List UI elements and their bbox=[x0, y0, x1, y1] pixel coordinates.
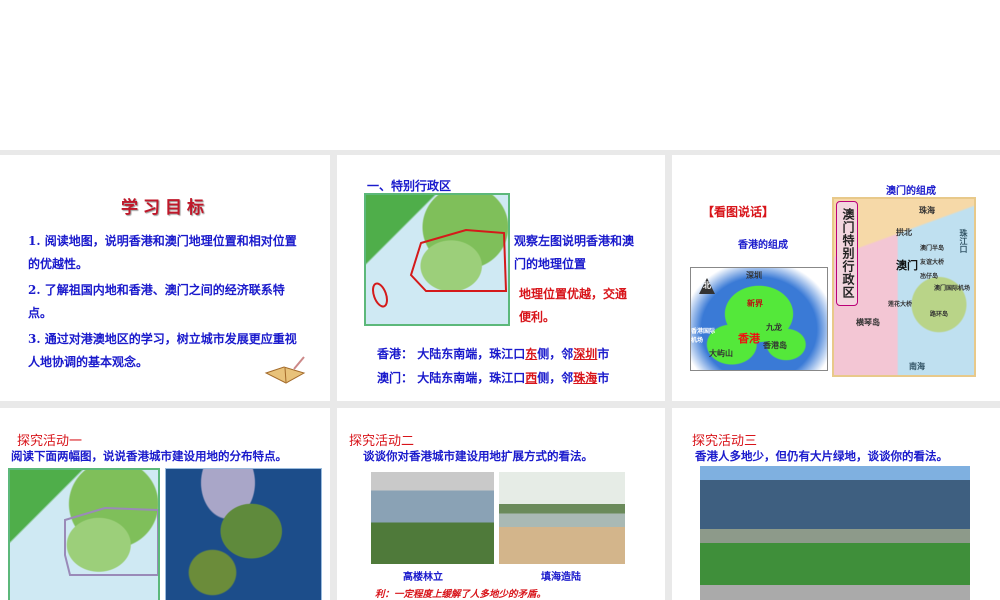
activity-question: 谈谈你对香港城市建设用地扩展方式的看法。 bbox=[363, 449, 593, 463]
map-talk-heading: 【看图说话】 bbox=[702, 205, 775, 219]
slide-special-admin-region[interactable]: 一、特别行政区 观察左图说明香港和澳门的地理位置 地理位置优越，交通便利。 香港… bbox=[337, 155, 665, 401]
hk-satellite-image bbox=[165, 468, 322, 600]
hk-greenery-city-photo bbox=[700, 466, 970, 600]
macau-composition-map: 澳门特别行政区 珠海 拱北 澳门 澳门半岛 友谊大桥 氹仔岛 澳门国际机场 路环… bbox=[832, 197, 976, 377]
slide-activity-one[interactable]: 探究活动一 阅读下面两幅图，说说香港城市建设用地的分布特点。 bbox=[0, 408, 330, 600]
slide-activity-two[interactable]: 探究活动二 谈谈你对香港城市建设用地扩展方式的看法。 高楼林立 填海造陆 利：一… bbox=[337, 408, 665, 600]
map-label: 新界 bbox=[747, 299, 763, 308]
location-conclusion: 地理位置优越，交通便利。 bbox=[519, 287, 628, 324]
goal-item: 1. 阅读地图，说明香港和澳门地理位置和相对位置的优越性。 bbox=[28, 234, 297, 271]
high-rise-photo bbox=[371, 472, 494, 564]
slide-map-talk[interactable]: 【看图说话】 香港的组成 澳门的组成 北 深圳 新界 九龙 香港 香港岛 大屿山… bbox=[672, 155, 1000, 401]
map-label: 香港岛 bbox=[763, 341, 787, 350]
north-arrow-icon: 北 bbox=[699, 278, 715, 294]
map-label: 九龙 bbox=[766, 323, 782, 332]
macau-text: 市 bbox=[597, 371, 610, 385]
macau-neighbor-city: 珠海 bbox=[573, 371, 598, 385]
map-label: 莲花大桥 bbox=[888, 301, 913, 308]
hk-text: 侧，邻 bbox=[537, 347, 574, 361]
activity-question: 阅读下面两幅图，说说香港城市建设用地的分布特点。 bbox=[11, 449, 287, 463]
hk-direction: 东 bbox=[525, 347, 538, 361]
goal-item: 2. 了解祖国内地和香港、澳门之间的经济联系特点。 bbox=[28, 283, 285, 320]
map-label: 澳门 bbox=[896, 259, 918, 272]
book-quill-icon bbox=[264, 355, 306, 385]
section-heading: 一、特别行政区 bbox=[367, 179, 452, 193]
observe-prompt: 观察左图说明香港和澳门的地理位置 bbox=[514, 234, 635, 271]
activity-heading: 探究活动三 bbox=[692, 434, 758, 449]
activity-heading: 探究活动一 bbox=[17, 434, 83, 449]
hk-label: 香港： bbox=[377, 347, 414, 361]
macau-composition-caption: 澳门的组成 bbox=[886, 186, 936, 197]
map-label: 澳门半岛 bbox=[920, 245, 945, 252]
macau-text: 侧，邻 bbox=[537, 371, 574, 385]
hk-neighbor-city: 深圳 bbox=[573, 347, 598, 361]
map-label: 大屿山 bbox=[709, 349, 733, 358]
hk-terrain-map bbox=[8, 468, 160, 600]
map-label: 拱北 bbox=[896, 228, 912, 237]
map-label: 香港 bbox=[738, 332, 760, 345]
map-label: 珠江口 bbox=[959, 229, 968, 253]
macau-direction: 西 bbox=[525, 371, 538, 385]
macau-sar-side-title: 澳门特别行政区 bbox=[836, 201, 858, 306]
hk-location-line: 香港： 大陆东南端，珠江口东侧，邻深圳市 bbox=[377, 345, 609, 362]
hk-composition-caption: 香港的组成 bbox=[738, 240, 788, 251]
map-label: 路环岛 bbox=[930, 311, 949, 318]
map-label: 澳门国际机场 bbox=[934, 285, 971, 292]
activity-heading: 探究活动二 bbox=[349, 434, 415, 449]
map-label: 友谊大桥 bbox=[920, 259, 945, 266]
map-label: 珠海 bbox=[919, 206, 935, 215]
top-blank-area bbox=[0, 0, 1000, 150]
map-label: 香港国际机场 bbox=[691, 328, 716, 344]
macau-label: 澳门： bbox=[377, 371, 414, 385]
macau-location-line: 澳门： 大陆东南端，珠江口西侧，邻珠海市 bbox=[377, 369, 609, 386]
map-label: 深圳 bbox=[746, 271, 762, 280]
map-label: 横琴岛 bbox=[856, 318, 880, 327]
goals-title: 学习目标 bbox=[121, 198, 209, 218]
hk-macau-terrain-map bbox=[364, 193, 510, 326]
hk-composition-map: 北 深圳 新界 九龙 香港 香港岛 大屿山 香港国际机场 bbox=[690, 267, 828, 371]
slide-activity-three[interactable]: 探究活动三 香港人多地少，但仍有大片绿地，谈谈你的看法。 bbox=[672, 408, 1000, 600]
map-label: 南海 bbox=[909, 362, 925, 371]
macau-text: 大陆东南端，珠江口 bbox=[417, 371, 526, 385]
hk-text: 大陆东南端，珠江口 bbox=[417, 347, 526, 361]
hk-text: 市 bbox=[597, 347, 610, 361]
activity-question: 香港人多地少，但仍有大片绿地，谈谈你的看法。 bbox=[695, 449, 948, 463]
slide-learning-goals[interactable]: 学习目标 1. 阅读地图，说明香港和澳门地理位置和相对位置的优越性。 2. 了解… bbox=[0, 155, 330, 401]
photo-caption: 高楼林立 bbox=[403, 572, 443, 583]
advantage-note: 利：一定程度上缓解了人多地少的矛盾。 bbox=[375, 589, 547, 600]
photo-caption: 填海造陆 bbox=[541, 572, 581, 583]
map-label: 氹仔岛 bbox=[920, 273, 939, 280]
land-reclamation-photo bbox=[499, 472, 625, 564]
